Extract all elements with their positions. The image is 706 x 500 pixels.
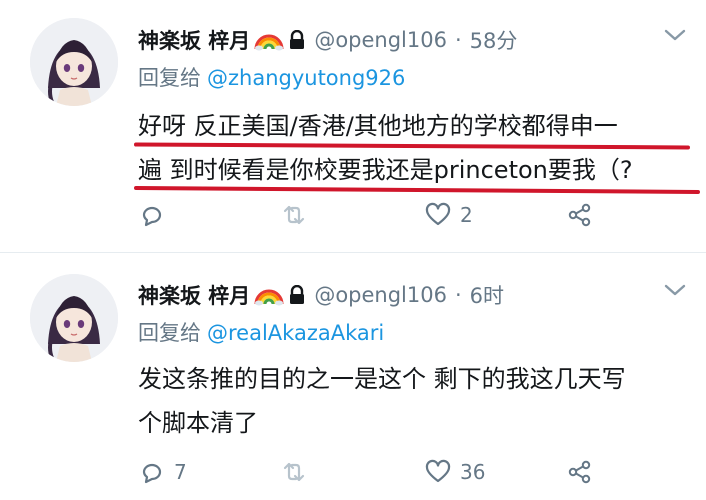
tweet[interactable]: 神楽坂 梓月 @opengl106 · 6时 回复给 @realAkazaAka… bbox=[0, 253, 706, 500]
retweet-button[interactable] bbox=[280, 198, 316, 232]
tweet-text-line: 好呀 反正美国/香港/其他地方的学校都得申一 bbox=[138, 112, 618, 140]
separator-dot: · bbox=[454, 28, 462, 52]
reply-count: 7 bbox=[174, 460, 187, 484]
reply-label: 回复给 bbox=[138, 66, 201, 90]
reply-button[interactable] bbox=[138, 198, 174, 232]
user-handle[interactable]: @opengl106 bbox=[314, 283, 447, 307]
display-name[interactable]: 神楽坂 梓月 bbox=[138, 280, 250, 310]
timestamp[interactable]: 6时 bbox=[470, 280, 504, 310]
display-name[interactable]: 神楽坂 梓月 bbox=[138, 25, 250, 55]
reply-icon bbox=[142, 206, 162, 227]
avatar[interactable] bbox=[30, 18, 118, 106]
share-button[interactable] bbox=[566, 198, 594, 232]
like-count: 2 bbox=[460, 203, 473, 227]
share-icon bbox=[568, 203, 591, 227]
like-button[interactable]: 2 bbox=[424, 198, 473, 232]
reply-icon bbox=[142, 463, 162, 484]
lock-icon bbox=[288, 29, 306, 50]
reply-mention-link[interactable]: @zhangyutong926 bbox=[207, 66, 405, 90]
tweet-text-line: 遍 到时候看是你校要我还是princeton要我（? bbox=[138, 156, 633, 184]
like-count: 36 bbox=[460, 460, 486, 484]
heart-icon bbox=[425, 459, 451, 483]
rainbow-flag-icon bbox=[254, 29, 284, 51]
reply-button[interactable]: 7 bbox=[138, 455, 187, 489]
tweet[interactable]: 神楽坂 梓月 @opengl106 · 58分 回复给 @zhangyutong… bbox=[0, 0, 706, 253]
lock-icon bbox=[288, 284, 306, 305]
like-button[interactable]: 36 bbox=[424, 455, 485, 489]
reply-context: 回复给 @realAkazaAkari bbox=[138, 317, 384, 347]
retweet-icon bbox=[283, 205, 305, 225]
reply-label: 回复给 bbox=[138, 321, 201, 345]
timestamp[interactable]: 58分 bbox=[470, 25, 518, 55]
tweet-actions: 2 bbox=[138, 198, 608, 232]
rainbow-flag-icon bbox=[254, 284, 284, 306]
user-handle[interactable]: @opengl106 bbox=[314, 28, 447, 52]
tweet-actions: 7 36 bbox=[138, 455, 608, 489]
tweet-text: 发这条推的目的之一是这个 剩下的我这几天写 个脚本清了 bbox=[138, 357, 698, 445]
tweet-header: 神楽坂 梓月 @opengl106 · 6时 bbox=[138, 277, 504, 313]
share-button[interactable] bbox=[566, 455, 594, 489]
reply-context: 回复给 @zhangyutong926 bbox=[138, 62, 405, 92]
heart-icon bbox=[425, 202, 451, 226]
tweet-text-line: 个脚本清了 bbox=[138, 409, 258, 437]
chevron-down-icon[interactable] bbox=[662, 279, 688, 301]
tweet-text: 好呀 反正美国/香港/其他地方的学校都得申一 遍 到时候看是你校要我还是prin… bbox=[133, 104, 701, 194]
tweet-header: 神楽坂 梓月 @opengl106 · 58分 bbox=[138, 22, 517, 58]
retweet-icon bbox=[283, 462, 305, 482]
tweet-text-line: 发这条推的目的之一是这个 剩下的我这几天写 bbox=[138, 365, 626, 393]
retweet-button[interactable] bbox=[280, 455, 316, 489]
separator-dot: · bbox=[454, 283, 462, 307]
chevron-down-icon[interactable] bbox=[662, 24, 688, 46]
avatar[interactable] bbox=[30, 274, 118, 362]
share-icon bbox=[568, 460, 591, 484]
reply-mention-link[interactable]: @realAkazaAkari bbox=[207, 321, 384, 345]
